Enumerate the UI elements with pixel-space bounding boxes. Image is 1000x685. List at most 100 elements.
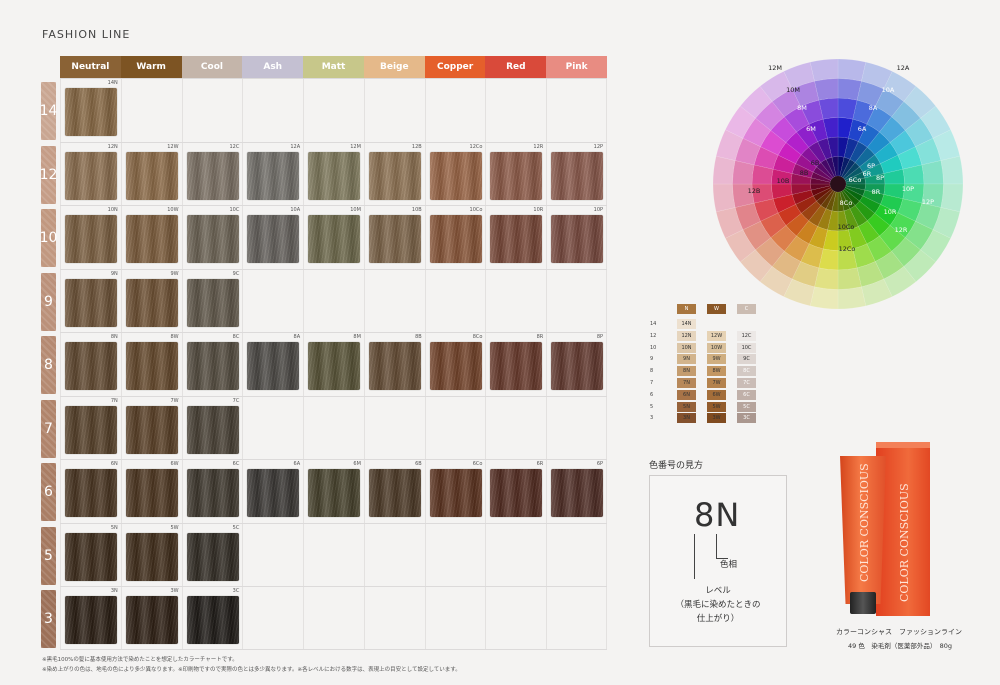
chart-cell: 12B	[363, 142, 425, 205]
chart-cell	[485, 587, 546, 649]
mini-cell: 10C	[737, 342, 756, 353]
mini-cell: 8N	[677, 366, 696, 377]
swatch-texture	[186, 215, 239, 263]
shade-code: 6M	[353, 461, 361, 467]
column-header-pink: Pink	[546, 56, 608, 78]
level-row: 3 3N 3W 3C	[41, 586, 608, 650]
hair-swatch	[308, 469, 361, 517]
chart-cell: 10R	[485, 206, 546, 269]
hair-swatch	[490, 151, 543, 200]
chart-cell: 3N	[60, 587, 121, 649]
hair-swatch	[125, 151, 178, 200]
chart-cell	[303, 269, 364, 332]
mini-cell: 7N	[677, 378, 696, 388]
mini-cell: 6W	[707, 389, 726, 400]
chart-cell	[546, 523, 608, 586]
mini-level: 14	[650, 321, 657, 327]
level-tab: 6	[41, 463, 56, 521]
chart-cell	[546, 396, 608, 459]
wheel-label: 12A	[897, 64, 910, 72]
level-tab: 8	[41, 336, 56, 394]
hair-swatch	[368, 151, 421, 200]
legend-connector	[716, 534, 717, 558]
chart-cell	[181, 79, 243, 142]
wheel-label: 8R	[872, 188, 881, 196]
chart-cell: 8N	[60, 333, 121, 396]
mini-cell: 9W	[707, 354, 726, 365]
chart-cell	[303, 396, 364, 459]
legend-title: 色番号の見方	[649, 461, 704, 471]
swatch-texture	[247, 469, 300, 517]
shade-code: 8A	[293, 334, 301, 340]
hair-swatch	[308, 342, 361, 390]
chart-cell: 10Co	[424, 206, 486, 269]
hair-swatch	[247, 469, 300, 517]
hair-swatch	[186, 151, 239, 200]
swatch-texture	[368, 215, 421, 263]
footnote-2: ※染め上がりの色は、地毛の色により多少異なります。※印刷物ですので実際の色とは多…	[42, 667, 461, 673]
chart-cell	[242, 587, 303, 649]
swatch-texture	[65, 151, 117, 200]
chart-cell: 3W	[120, 587, 182, 649]
shade-code: 6B	[415, 461, 422, 467]
hair-swatch	[368, 469, 421, 517]
swatch-texture	[308, 151, 361, 200]
shade-code: 5C	[232, 524, 240, 531]
shade-code: 8N	[110, 334, 118, 340]
hair-swatch	[186, 469, 239, 517]
chart-cell	[242, 79, 303, 142]
chart-cell: 6R	[485, 460, 546, 523]
legend-level-line: 仕上がり）	[696, 614, 740, 624]
mini-header: N	[677, 304, 696, 314]
shade-code: 12R	[533, 143, 544, 150]
chart-cell: 12R	[485, 142, 546, 205]
mini-cell: 12W	[707, 330, 726, 341]
hair-swatch	[65, 278, 117, 327]
hair-swatch	[125, 342, 178, 390]
shade-code: 10N	[107, 207, 118, 213]
chart-cell: 10B	[363, 206, 425, 269]
chart-cell: 10A	[242, 206, 303, 269]
chart-cell: 6C	[181, 460, 243, 523]
mini-cell: 3N	[677, 413, 696, 424]
mini-cell: 7C	[737, 378, 756, 388]
chart-cell	[363, 79, 425, 142]
swatch-texture	[186, 342, 239, 390]
chart-cell: 12A	[242, 142, 303, 205]
color-wheel: 12M 12A 10M 10A 8M 8A 6M 6A 6B 6P 8B 6Co6R 10B 8P 8R 10…	[712, 58, 964, 310]
chart-cell: 10C	[181, 206, 243, 269]
shade-code: 5W	[170, 524, 179, 531]
legend-level-line: レベル	[705, 586, 731, 596]
swatch-texture	[186, 469, 239, 517]
shade-code: 6A	[293, 461, 301, 467]
level-row: 6 6N 6W 6C 6A 6M 6B 6Co 6R 6P	[41, 459, 608, 523]
mini-cell: 6N	[677, 389, 696, 400]
swatch-texture	[368, 342, 421, 390]
chart-cell: 8A	[242, 333, 303, 396]
swatch-texture	[186, 278, 239, 327]
swatch-texture	[186, 596, 239, 644]
swatch-texture	[186, 405, 239, 454]
chart-cell	[424, 396, 486, 459]
chart-cell: 12Co	[424, 142, 486, 205]
shade-code: 10W	[167, 207, 179, 213]
mini-cell: 14N	[677, 319, 696, 329]
product-box-top	[876, 442, 930, 448]
level-row: 8 8N 8W 8C 8A 8M 8B 8Co 8R 8P	[41, 332, 608, 396]
hair-swatch	[65, 596, 117, 644]
shade-code: 8W	[170, 334, 179, 340]
swatch-texture	[429, 342, 482, 390]
mini-cell: 3W	[707, 413, 726, 424]
shade-code: 6P	[596, 461, 604, 467]
chart-cell	[424, 523, 486, 586]
chart-cell: 3C	[181, 587, 243, 649]
chart-cell: 6A	[242, 460, 303, 523]
chart-cell	[485, 79, 546, 142]
level-tab: 10	[40, 209, 57, 267]
level-row: 5 5N 5W 5C	[41, 522, 608, 586]
wheel-label: 6R	[863, 170, 872, 178]
hair-swatch	[125, 532, 178, 581]
level-tab: 14	[40, 82, 57, 140]
hair-swatch	[65, 88, 117, 136]
chart-cell	[485, 396, 546, 459]
